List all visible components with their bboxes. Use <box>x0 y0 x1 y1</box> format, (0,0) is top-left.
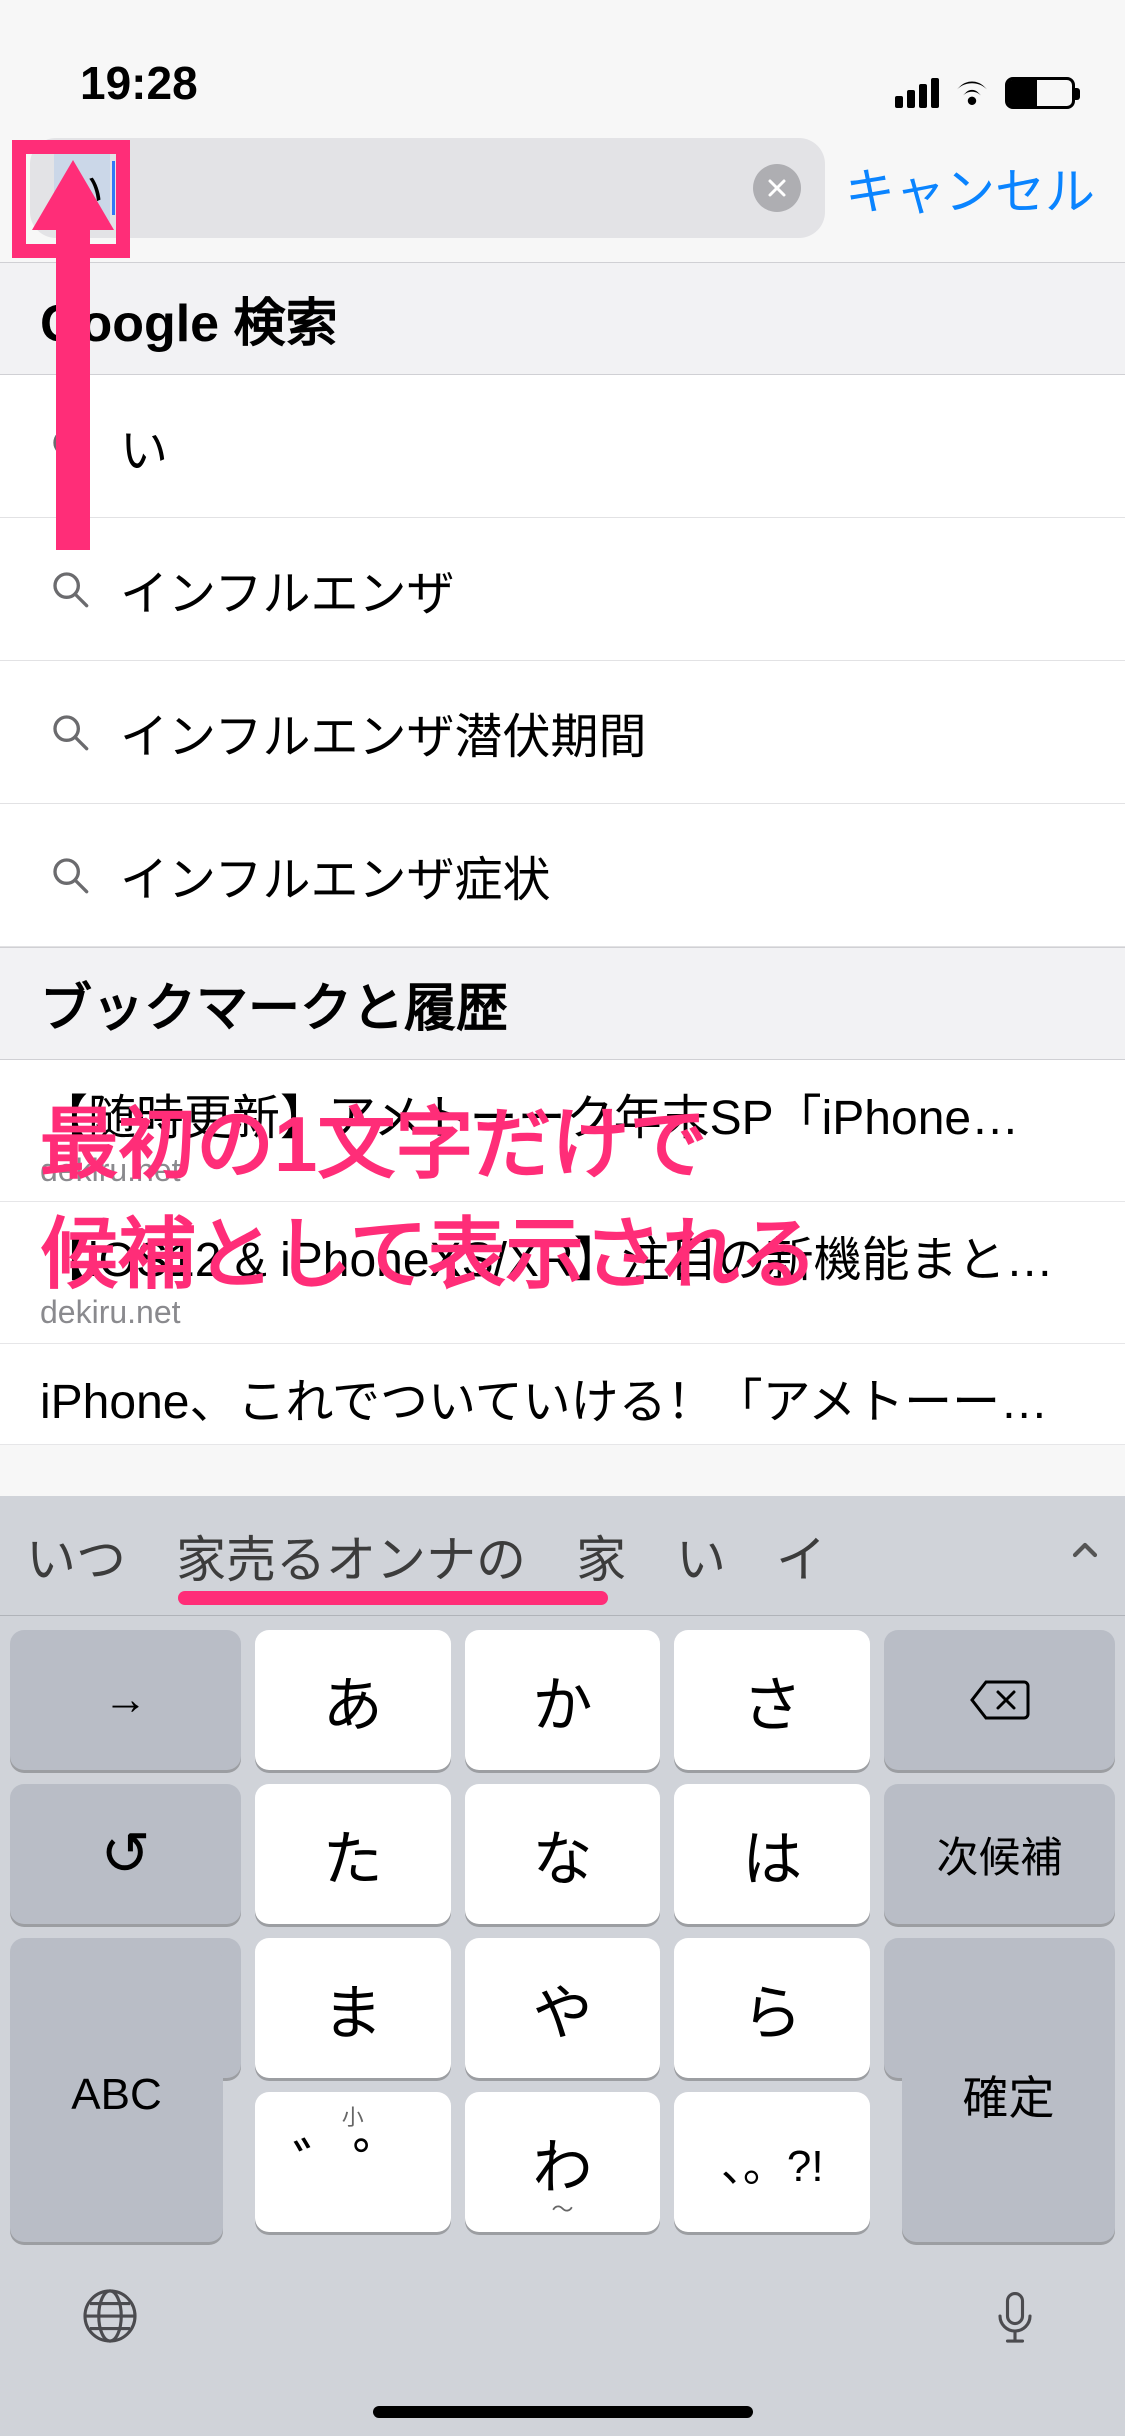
globe-icon[interactable] <box>80 2286 140 2346</box>
suggestion-text: インフルエンザ <box>120 554 455 624</box>
key-punct[interactable]: 、。?! <box>674 2092 870 2232</box>
status-bar: 19:28 <box>0 0 1125 130</box>
suggestion-text: い <box>120 411 168 481</box>
key-dakuten[interactable]: 小 ゛゜ <box>255 2092 451 2232</box>
candidate-bar: いつ 家売るオンナの 家 い イ <box>0 1496 1125 1616</box>
key-sa[interactable]: さ <box>674 1630 870 1770</box>
annotation-text-line2: 候補として表示される <box>40 1202 818 1307</box>
cellular-icon <box>895 78 939 108</box>
battery-icon <box>1005 77 1075 109</box>
candidate[interactable]: 家 <box>570 1516 632 1596</box>
suggestion-item[interactable]: インフルエンザ潜伏期間 <box>0 661 1125 804</box>
key-ha[interactable]: は <box>674 1784 870 1924</box>
key-backspace[interactable] <box>884 1630 1115 1770</box>
history-item[interactable]: iPhone、これでついていける！「アメトーー… <box>0 1344 1125 1445</box>
wifi-icon <box>953 75 991 110</box>
status-indicators <box>895 75 1075 110</box>
suggestion-text: インフルエンザ症状 <box>120 840 551 910</box>
key-sub-bar: 〜 <box>551 2192 573 2224</box>
key-ya[interactable]: や <box>465 1938 661 2078</box>
key-na[interactable]: な <box>465 1784 661 1924</box>
key-undo[interactable]: ↺ <box>10 1784 241 1924</box>
mic-icon[interactable] <box>985 2286 1045 2346</box>
home-indicator[interactable] <box>373 2406 753 2418</box>
key-sub-small: 小 <box>342 2100 364 2132</box>
key-a[interactable]: あ <box>255 1630 451 1770</box>
backspace-icon <box>968 1678 1032 1722</box>
cancel-button[interactable]: キャンセル <box>845 152 1095 224</box>
status-time: 19:28 <box>80 56 198 110</box>
candidate[interactable]: 家売るオンナの <box>170 1516 532 1596</box>
suggestion-item[interactable]: い <box>0 375 1125 518</box>
key-confirm-tall[interactable]: 確定 <box>902 1948 1115 2242</box>
annotation-text-line1: 最初の1文字だけで <box>40 1092 707 1197</box>
expand-candidates-icon[interactable] <box>1065 1530 1105 1581</box>
key-ta[interactable]: た <box>255 1784 451 1924</box>
keyboard: いつ 家売るオンナの 家 い イ → あ か さ ↺ た な は 次候補 ABC <box>0 1496 1125 2436</box>
clear-text-button[interactable] <box>753 164 801 212</box>
candidate[interactable]: いつ <box>20 1516 132 1596</box>
key-cursor-right[interactable]: → <box>10 1630 241 1770</box>
key-ra[interactable]: ら <box>674 1938 870 2078</box>
annotation-arrow <box>38 160 108 550</box>
search-icon <box>50 569 90 609</box>
suggestion-item[interactable]: インフルエンザ <box>0 518 1125 661</box>
search-icon <box>50 712 90 752</box>
key-abc-tall[interactable]: ABC <box>10 1948 223 2242</box>
key-ma[interactable]: ま <box>255 1938 451 2078</box>
search-icon <box>50 855 90 895</box>
history-header: ブックマークと履歴 <box>0 947 1125 1060</box>
address-search-field[interactable]: い <box>30 138 825 238</box>
key-next-candidate[interactable]: 次候補 <box>884 1784 1115 1924</box>
google-search-header: Google 検索 <box>0 262 1125 375</box>
candidate[interactable]: イ <box>770 1516 832 1596</box>
key-wa[interactable]: わ 〜 <box>465 2092 661 2232</box>
suggestion-item[interactable]: インフルエンザ症状 <box>0 804 1125 947</box>
search-row: い キャンセル <box>0 130 1125 262</box>
annotation-underline <box>178 1591 608 1605</box>
suggestion-text: インフルエンザ潜伏期間 <box>120 697 647 767</box>
suggestion-list: い インフルエンザ インフルエンザ潜伏期間 インフルエンザ症状 <box>0 375 1125 947</box>
history-title: iPhone、これでついていける！「アメトーー… <box>40 1362 1085 1432</box>
key-ka[interactable]: か <box>465 1630 661 1770</box>
candidate[interactable]: い <box>670 1516 732 1596</box>
